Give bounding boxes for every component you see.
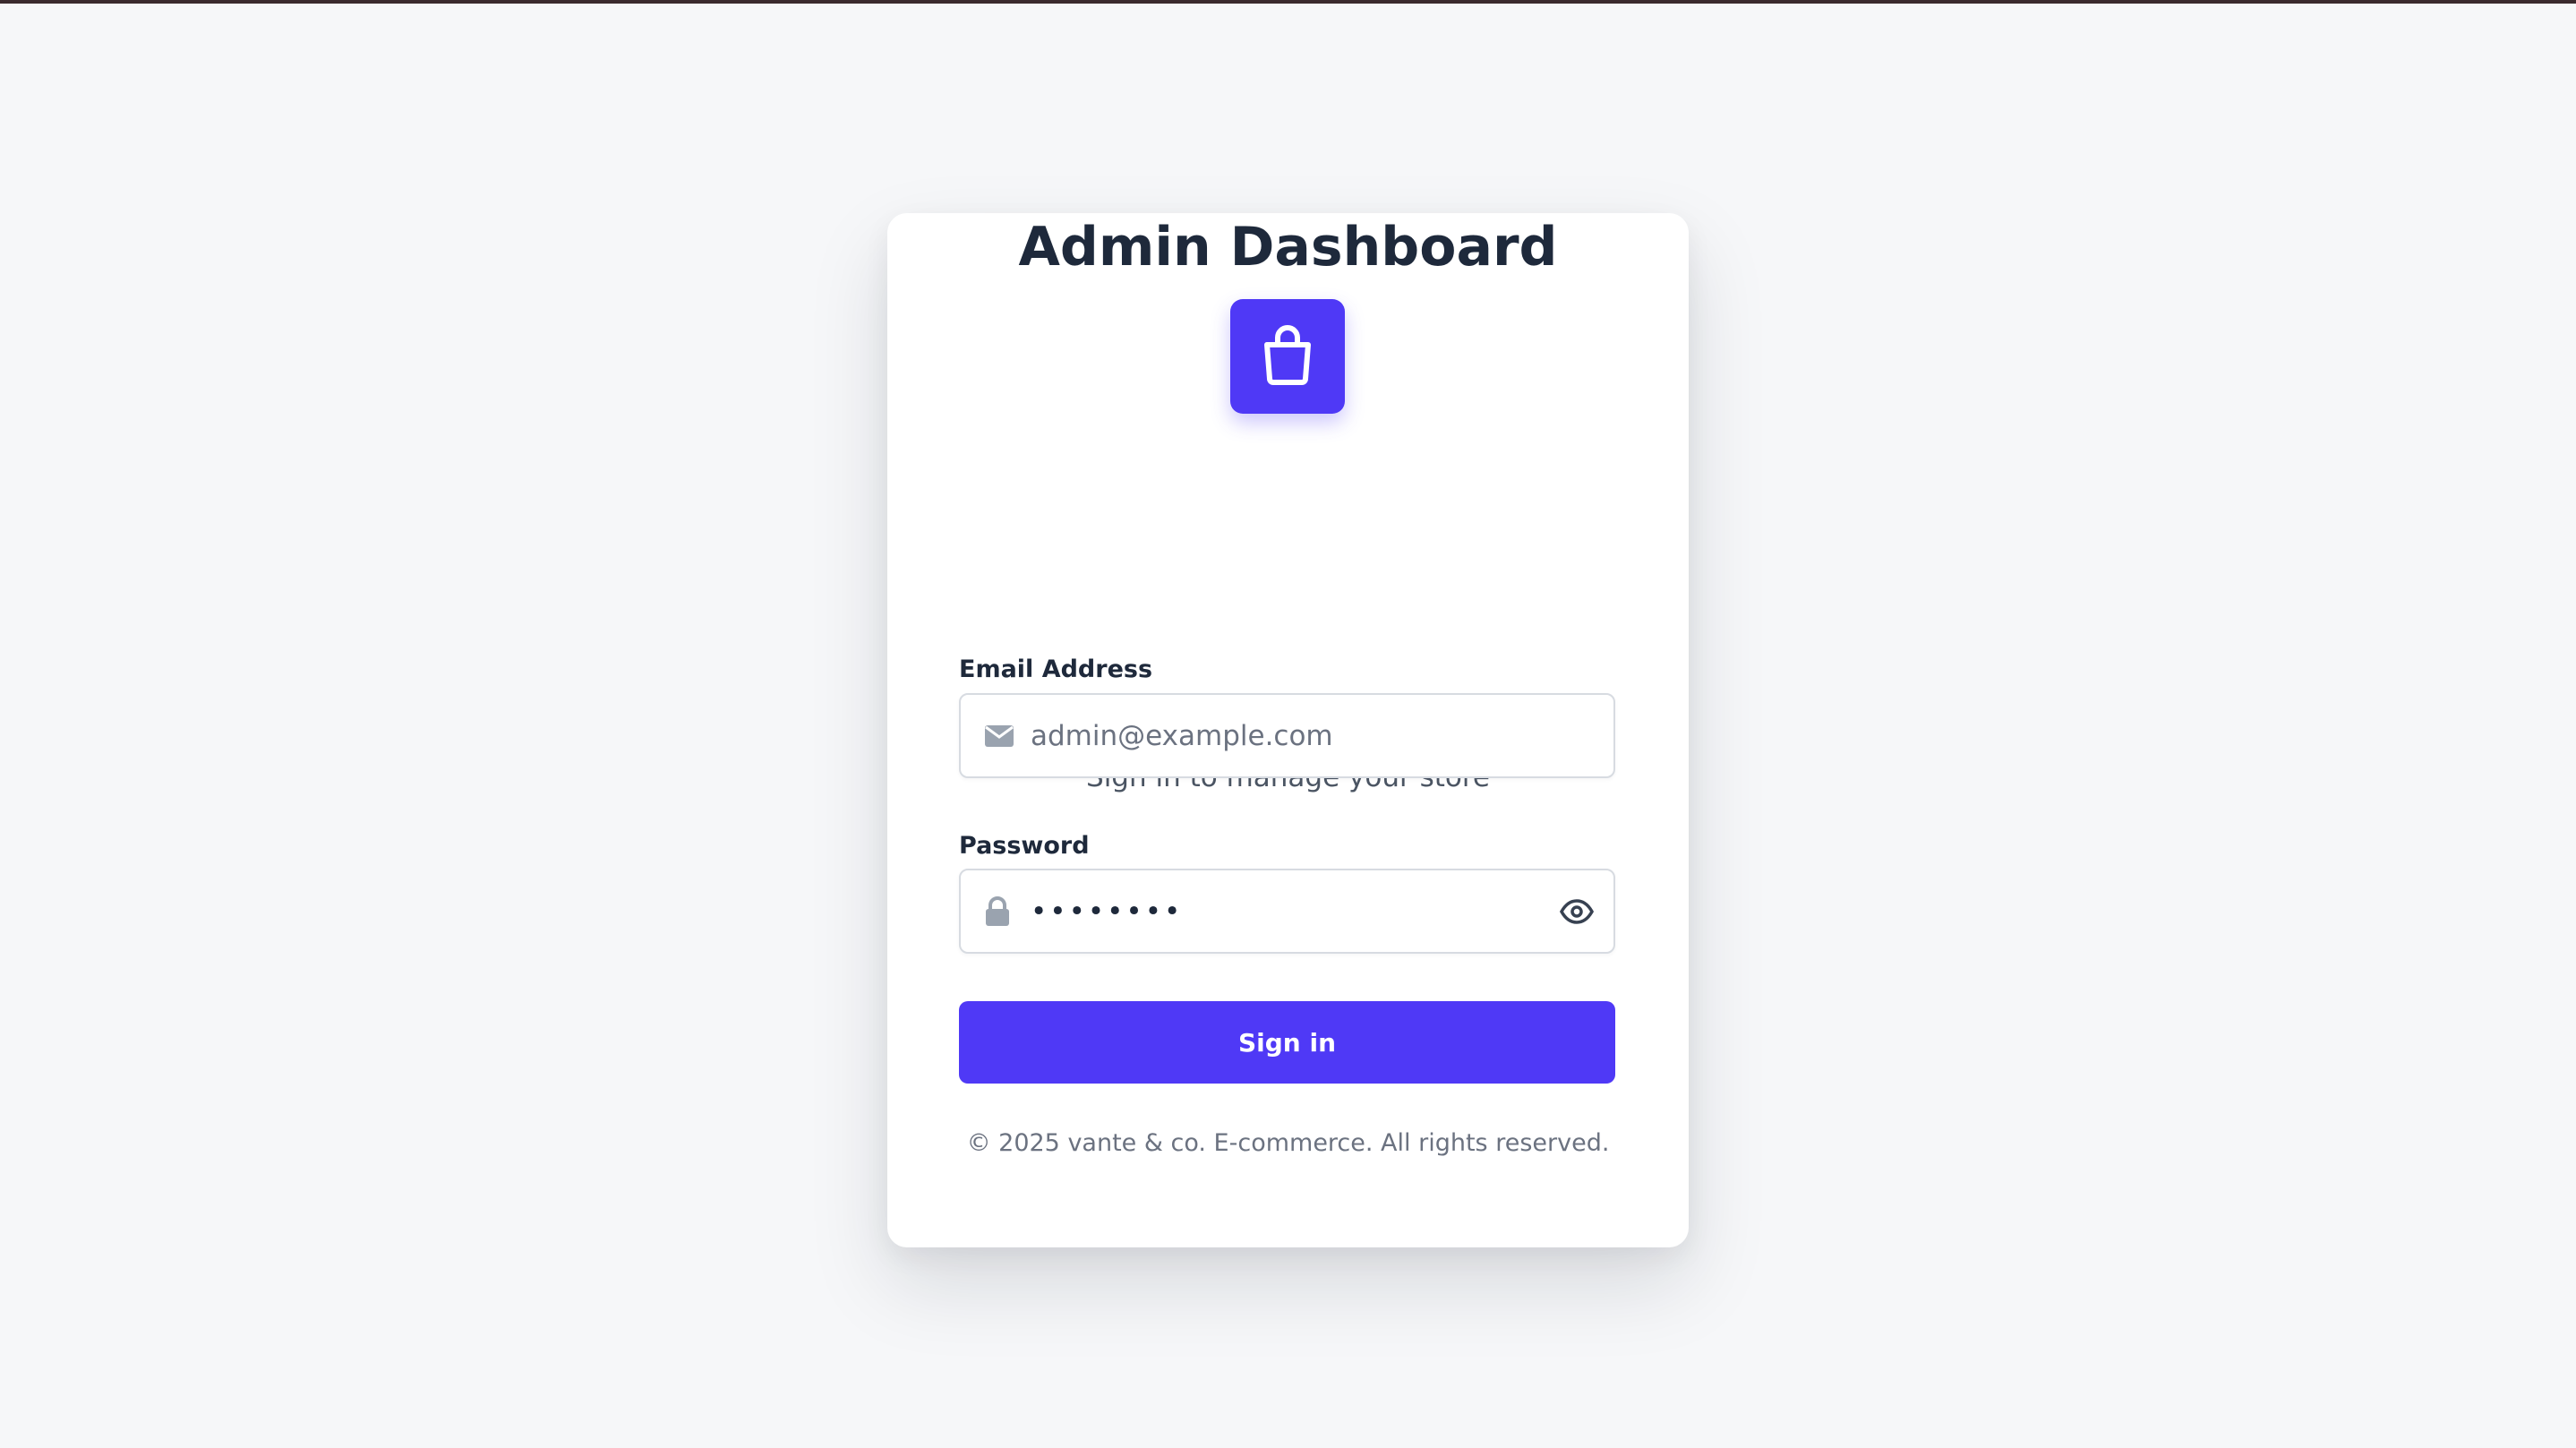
login-card: Admin Dashboard Sign in to manage your s… [887,213,1689,1247]
logo [1230,299,1345,414]
shopping-bag-icon [1259,323,1316,390]
password-field-wrapper [959,869,1615,954]
email-label: Email Address [959,655,1153,683]
page-title: Admin Dashboard [1018,216,1558,278]
email-field-wrapper [959,693,1615,778]
sign-in-button[interactable]: Sign in [959,1001,1615,1084]
top-border [0,0,2576,4]
password-label: Password [959,832,1090,860]
password-input[interactable] [1031,870,1532,952]
eye-icon[interactable] [1560,898,1594,924]
envelope-icon [984,724,1014,748]
lock-icon [984,895,1011,927]
email-input[interactable] [1031,695,1532,776]
copyright-footer: © 2025 vante & co. E-commerce. All right… [966,1129,1610,1157]
